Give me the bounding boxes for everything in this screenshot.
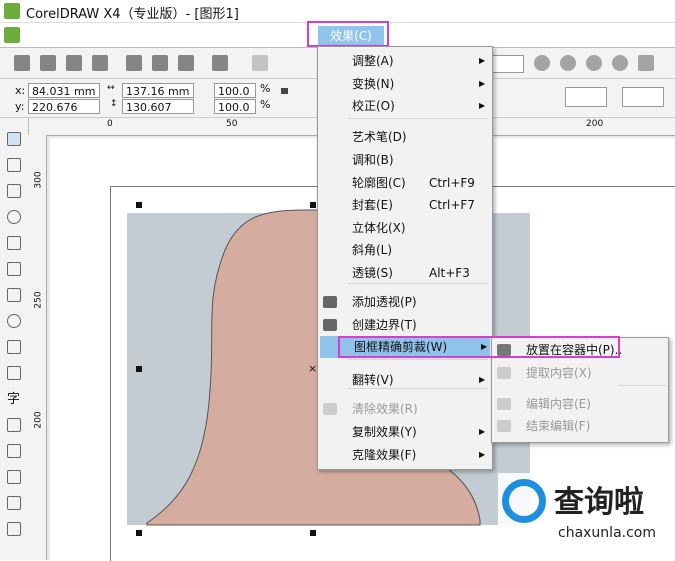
selection-handle[interactable]	[310, 202, 316, 208]
menu-item-shortcut: Ctrl+F7	[429, 198, 475, 212]
submenu-item: 结束编辑(F)	[492, 415, 668, 437]
menu-item[interactable]: 封套(E) Ctrl+F7	[318, 194, 492, 216]
menu-item[interactable]: 透镜(S) Alt+F3	[318, 262, 492, 284]
menu-item[interactable]: 克隆效果(F) ▶	[318, 444, 492, 466]
highlight-box	[338, 336, 620, 358]
menu-item-label: 创建边界(T)	[352, 318, 417, 332]
menu-item[interactable]: 艺术笔(D)	[318, 126, 492, 148]
menu-item-label: 克隆效果(F)	[352, 448, 417, 462]
menu-item-label: 艺术笔(D)	[352, 130, 407, 144]
menu-item[interactable]: 翻转(V) ▶	[318, 369, 492, 391]
menu-item[interactable]: 校正(O) ▶	[318, 95, 492, 117]
menu-item-label: 变换(N)	[352, 77, 395, 91]
menu-item-label: 斜角(L)	[352, 243, 393, 257]
submenu-arrow-icon: ▶	[479, 450, 486, 459]
submenu-arrow-icon: ▶	[479, 79, 486, 88]
menu-item-label: 清除效果(R)	[352, 402, 418, 416]
menu-item[interactable]: 变换(N) ▶	[318, 73, 492, 95]
menu-item[interactable]: 添加透视(P)	[318, 291, 492, 313]
menu-item[interactable]: 斜角(L)	[318, 239, 492, 261]
watermark-brand: 查询啦	[554, 485, 644, 520]
submenu-arrow-icon: ▶	[479, 56, 486, 65]
watermark-url: chaxunla.com	[558, 525, 656, 541]
selection-handle[interactable]	[310, 530, 316, 536]
perspective-icon	[323, 296, 337, 308]
menu-item[interactable]: 立体化(X)	[318, 217, 492, 239]
menu-item-label: 轮廓图(C)	[352, 176, 406, 190]
menu-item[interactable]: 复制效果(Y) ▶	[318, 421, 492, 443]
watermark-logo-icon	[502, 479, 546, 523]
submenu-item: 编辑内容(E)	[492, 393, 668, 415]
menu-item-label: 复制效果(Y)	[352, 425, 417, 439]
menu-item-label: 翻转(V)	[352, 373, 394, 387]
menu-item[interactable]: 调和(B)	[318, 149, 492, 171]
menu-item[interactable]: 轮廓图(C) Ctrl+F9	[318, 172, 492, 194]
menu-icon	[323, 319, 337, 331]
menu-item-label: 封套(E)	[352, 198, 393, 212]
finish-editing-icon	[497, 420, 511, 432]
selection-handle[interactable]	[136, 366, 142, 372]
watermark: 查询啦 chaxunla.com	[498, 473, 673, 558]
menu-separator	[348, 359, 488, 360]
center-marker-icon: ×	[308, 362, 318, 375]
edit-contents-icon	[497, 398, 511, 410]
create-boundary-icon	[323, 403, 337, 415]
submenu-item: 提取内容(X)	[492, 362, 668, 384]
menu-item: 清除效果(R)	[318, 398, 492, 420]
menu-item-label: 编辑内容(E)	[526, 397, 591, 411]
selection-handle[interactable]	[136, 202, 142, 208]
menu-item[interactable]: 创建边界(T)	[318, 314, 492, 336]
menu-item-label: 提取内容(X)	[526, 366, 592, 380]
submenu-arrow-icon: ▶	[479, 101, 486, 110]
menu-item-label: 透镜(S)	[352, 266, 393, 280]
extract-contents-icon	[497, 367, 511, 379]
menu-item-label: 立体化(X)	[352, 221, 406, 235]
menu-separator	[618, 385, 666, 386]
menu-item-label: 校正(O)	[352, 99, 395, 113]
menu-item[interactable]: 调整(A) ▶	[318, 50, 492, 72]
menu-separator	[348, 118, 488, 119]
menu-item-label: 添加透视(P)	[352, 295, 417, 309]
submenu-arrow-icon: ▶	[479, 427, 486, 436]
menu-item-label: 调和(B)	[352, 153, 394, 167]
menu-item-label: 结束编辑(F)	[526, 419, 591, 433]
menu-item-label: 调整(A)	[352, 54, 394, 68]
submenu-arrow-icon: ▶	[479, 375, 486, 384]
menu-item-shortcut: Alt+F3	[429, 266, 470, 280]
selection-handle[interactable]	[136, 530, 142, 536]
effects-menu: 调整(A) ▶ 变换(N) ▶ 校正(O) ▶ 艺术笔(D) 调和(B) 轮廓图(C) Ctrl+…	[317, 46, 493, 470]
menu-item-shortcut: Ctrl+F9	[429, 176, 475, 190]
